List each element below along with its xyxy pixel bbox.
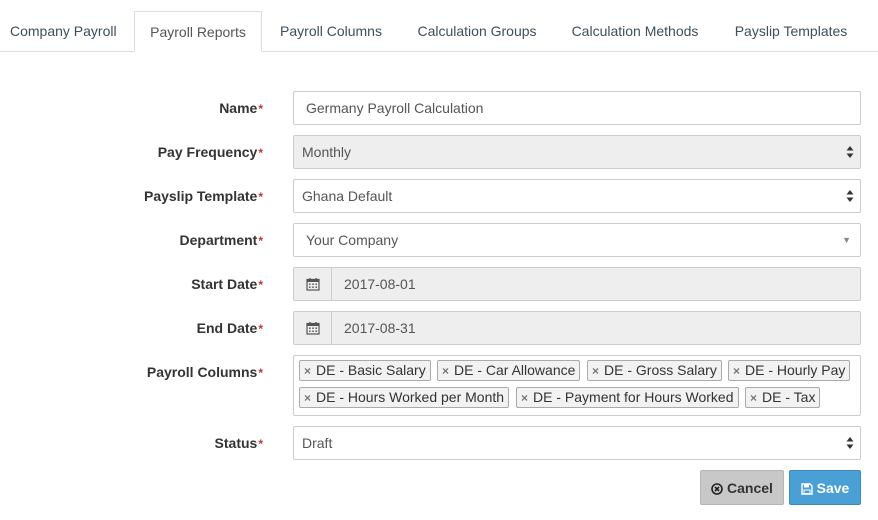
select-arrows-icon xyxy=(846,136,856,168)
pay-frequency-value: Monthly xyxy=(302,144,352,160)
name-label: Name* xyxy=(219,100,263,116)
name-value: Germany Payroll Calculation xyxy=(306,100,484,116)
payslip-template-select[interactable]: Ghana Default xyxy=(293,179,861,213)
save-button[interactable]: Save xyxy=(789,470,861,505)
payroll-columns-multiselect[interactable]: × DE - Basic Salary × DE - Car Allowance ×… xyxy=(293,355,861,416)
times-circle-icon xyxy=(711,483,723,495)
required-mark: * xyxy=(258,102,263,116)
pay-frequency-select[interactable]: Monthly xyxy=(293,135,861,169)
payslip-template-value: Ghana Default xyxy=(302,188,393,204)
column-chip: × DE - Car Allowance xyxy=(437,360,581,381)
label-text: Department xyxy=(179,232,258,248)
chip-label: DE - Car Allowance xyxy=(454,362,576,378)
chip-label: DE - Payment for Hours Worked xyxy=(533,389,734,405)
column-chip: × DE - Tax xyxy=(745,387,821,408)
status-select[interactable]: Draft xyxy=(293,426,861,460)
column-chip: × DE - Gross Salary xyxy=(587,360,722,381)
chip-label: DE - Hourly Pay xyxy=(745,362,846,378)
start-date-field[interactable]: 2017-08-01 xyxy=(293,267,861,301)
tab-label: Company Payroll xyxy=(10,23,117,39)
column-chip: × DE - Hours Worked per Month xyxy=(299,387,510,408)
calendar-icon[interactable] xyxy=(294,312,332,344)
end-date-field[interactable]: 2017-08-31 xyxy=(293,311,861,345)
label-text: Name xyxy=(219,100,258,116)
chip-label: DE - Gross Salary xyxy=(604,362,717,378)
chip-label: DE - Hours Worked per Month xyxy=(316,389,505,405)
department-select[interactable]: Your Company ▼ xyxy=(293,223,861,257)
required-mark: * xyxy=(258,234,263,248)
required-mark: * xyxy=(258,278,263,292)
remove-chip-icon[interactable]: × xyxy=(750,391,757,405)
end-date-label: End Date* xyxy=(197,320,263,336)
cancel-button[interactable]: Cancel xyxy=(700,470,784,505)
label-text: End Date xyxy=(196,320,258,336)
cancel-label: Cancel xyxy=(727,480,773,496)
label-text: Status xyxy=(214,435,258,451)
end-date-value: 2017-08-31 xyxy=(344,320,416,336)
start-date-label: Start Date* xyxy=(191,276,263,292)
tab-label: Payroll Reports xyxy=(150,24,246,40)
payslip-template-label: Payslip Template* xyxy=(144,188,263,204)
remove-chip-icon[interactable]: × xyxy=(304,391,311,405)
required-mark: * xyxy=(258,437,263,451)
required-mark: * xyxy=(258,146,263,160)
status-value: Draft xyxy=(302,435,333,451)
remove-chip-icon[interactable]: × xyxy=(733,364,740,378)
name-input[interactable]: Germany Payroll Calculation xyxy=(293,91,861,125)
select-arrows-icon xyxy=(846,180,856,212)
required-mark: * xyxy=(258,366,263,380)
tab-label: Calculation Methods xyxy=(571,23,699,39)
start-date-value: 2017-08-01 xyxy=(344,276,416,292)
tab-label: Calculation Groups xyxy=(417,23,537,39)
label-text: Pay Frequency xyxy=(157,144,258,160)
tab-label: Payslip Templates xyxy=(734,23,848,39)
label-text: Payroll Columns xyxy=(146,364,258,380)
status-label: Status* xyxy=(215,435,263,451)
department-value: Your Company xyxy=(306,232,399,248)
remove-chip-icon[interactable]: × xyxy=(592,364,599,378)
payroll-columns-label: Payroll Columns* xyxy=(147,364,263,380)
remove-chip-icon[interactable]: × xyxy=(521,391,528,405)
column-chip: × DE - Basic Salary xyxy=(299,360,431,381)
tab-label: Payroll Columns xyxy=(280,23,382,39)
tab-payslip-templates[interactable]: Payslip Templates xyxy=(716,11,866,52)
required-mark: * xyxy=(258,190,263,204)
floppy-disk-icon xyxy=(800,483,813,495)
tab-calculation-groups[interactable]: Calculation Groups xyxy=(400,11,554,52)
save-label: Save xyxy=(816,480,850,496)
label-text: Start Date xyxy=(191,276,258,292)
label-text: Payslip Template xyxy=(143,188,258,204)
column-chip: × DE - Hourly Pay xyxy=(728,360,851,381)
chevron-down-icon: ▼ xyxy=(842,235,851,245)
column-chip: × DE - Payment for Hours Worked xyxy=(516,387,739,408)
chip-label: DE - Tax xyxy=(762,389,816,405)
pay-frequency-label: Pay Frequency* xyxy=(158,144,263,160)
calendar-icon[interactable] xyxy=(294,268,332,300)
department-label: Department* xyxy=(180,232,263,248)
tab-payroll-columns[interactable]: Payroll Columns xyxy=(262,11,400,52)
chip-label: DE - Basic Salary xyxy=(316,362,426,378)
required-mark: * xyxy=(258,322,263,336)
tab-bar: Company Payroll Payroll Reports Payroll … xyxy=(0,11,878,52)
select-arrows-icon xyxy=(846,427,856,459)
tab-calculation-methods[interactable]: Calculation Methods xyxy=(554,11,716,52)
tab-company-payroll[interactable]: Company Payroll xyxy=(0,11,134,52)
remove-chip-icon[interactable]: × xyxy=(442,364,449,378)
remove-chip-icon[interactable]: × xyxy=(304,364,311,378)
tab-payroll-reports[interactable]: Payroll Reports xyxy=(134,11,262,52)
